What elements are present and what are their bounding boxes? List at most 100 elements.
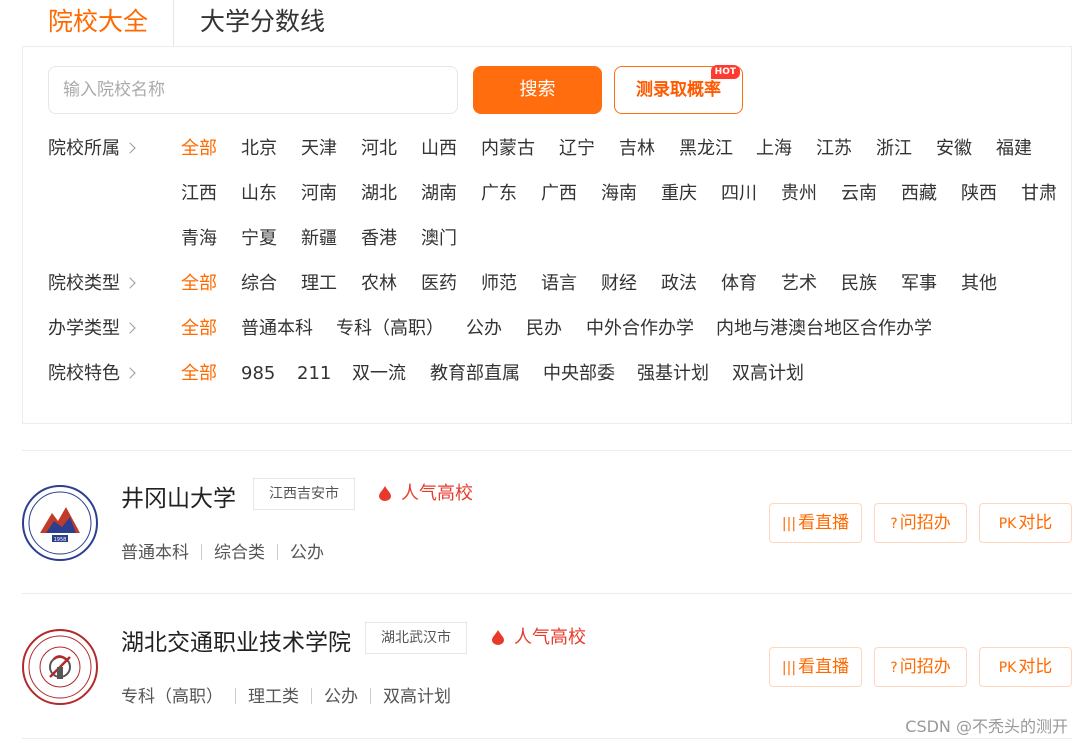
filter-option[interactable]: 广西 (541, 179, 577, 209)
filter-option[interactable]: 辽宁 (559, 134, 595, 164)
admission-probability-button[interactable]: 测录取概率 HOT (614, 65, 743, 114)
filter-option[interactable]: 医药 (421, 269, 457, 299)
chevron-right-icon (124, 277, 136, 289)
filter-option[interactable]: 中外合作办学 (586, 314, 694, 344)
filter-option[interactable]: 宁夏 (241, 224, 277, 254)
filter-option[interactable]: 湖南 (421, 179, 457, 209)
university-tags: 普通本科 综合类 公办 (121, 540, 324, 566)
ask-admissions-button[interactable]: ? 问招办 (874, 647, 967, 687)
filter-option[interactable]: 山西 (421, 134, 457, 164)
filter-option[interactable]: 广东 (481, 179, 517, 209)
filter-label-affiliation[interactable]: 院校所属 (48, 134, 136, 164)
tag-separator (235, 688, 236, 704)
admission-probability-label: 测录取概率 (636, 80, 721, 100)
compare-button[interactable]: PK 对比 (979, 647, 1072, 687)
filter-option[interactable]: 澳门 (421, 224, 457, 254)
filter-label-feature[interactable]: 院校特色 (48, 359, 136, 389)
filter-option[interactable]: 天津 (301, 134, 337, 164)
watch-live-button[interactable]: ||| 看直播 (769, 503, 862, 543)
university-name[interactable]: 湖北交通职业技术学院 (121, 623, 351, 657)
filter-option[interactable]: 江苏 (816, 134, 852, 164)
filter-label-school-type[interactable]: 办学类型 (48, 314, 136, 344)
ask-admissions-button[interactable]: ? 问招办 (874, 503, 967, 543)
filter-option[interactable]: 民族 (841, 269, 877, 299)
filter-option[interactable]: 海南 (601, 179, 637, 209)
filter-label-text: 院校特色 (48, 363, 120, 384)
tag-ownership: 公办 (290, 543, 324, 563)
filter-option[interactable]: 安徽 (936, 134, 972, 164)
filter-option[interactable]: 民办 (526, 314, 562, 344)
popular-label: 人气高校 (514, 627, 586, 648)
university-logo[interactable]: 1958 (22, 485, 98, 561)
location-badge: 江西吉安市 (253, 478, 355, 510)
filter-option[interactable]: 全部 (181, 314, 217, 344)
filter-option[interactable]: 贵州 (781, 179, 817, 209)
compare-button[interactable]: PK 对比 (979, 503, 1072, 543)
university-tags: 专科（高职） 理工类 公办 双高计划 (121, 684, 451, 710)
filter-option[interactable]: 江西 (181, 179, 217, 209)
filter-option[interactable]: 云南 (841, 179, 877, 209)
question-icon: ? (890, 660, 898, 676)
search-input[interactable] (48, 66, 458, 114)
filter-option[interactable]: 香港 (361, 224, 397, 254)
filter-option[interactable]: 内地与港澳台地区合作办学 (716, 314, 932, 344)
filter-option[interactable]: 北京 (241, 134, 277, 164)
filter-option[interactable]: 吉林 (619, 134, 655, 164)
filter-option[interactable]: 211 (297, 359, 331, 389)
tab-score-line[interactable]: 大学分数线 (200, 0, 325, 46)
filter-option[interactable]: 专科（高职） (336, 314, 444, 344)
tag-separator (370, 688, 371, 704)
search-button[interactable]: 搜索 (473, 66, 602, 114)
filter-option[interactable]: 其他 (961, 269, 997, 299)
tag-separator (311, 688, 312, 704)
filter-option[interactable]: 综合 (241, 269, 277, 299)
filter-option[interactable]: 四川 (721, 179, 757, 209)
filter-option[interactable]: 上海 (756, 134, 792, 164)
filter-option[interactable]: 军事 (901, 269, 937, 299)
filter-option[interactable]: 山东 (241, 179, 277, 209)
filter-option[interactable]: 中央部委 (543, 359, 615, 389)
filter-option[interactable]: 语言 (541, 269, 577, 299)
filter-option[interactable]: 艺术 (781, 269, 817, 299)
watch-live-button[interactable]: ||| 看直播 (769, 647, 862, 687)
filter-option[interactable]: 甘肃 (1021, 179, 1057, 209)
filter-option[interactable]: 农林 (361, 269, 397, 299)
filter-option[interactable]: 财经 (601, 269, 637, 299)
filter-option[interactable]: 河南 (301, 179, 337, 209)
watermark: CSDN @不秃头的测开 (905, 717, 1068, 736)
filter-option[interactable]: 全部 (181, 359, 217, 389)
filter-option[interactable]: 教育部直属 (430, 359, 520, 389)
filter-option[interactable]: 福建 (996, 134, 1032, 164)
filter-option[interactable]: 体育 (721, 269, 757, 299)
filter-option[interactable]: 新疆 (301, 224, 337, 254)
chevron-right-icon (124, 322, 136, 334)
university-name[interactable]: 井冈山大学 (121, 479, 236, 513)
filter-option[interactable]: 全部 (181, 269, 217, 299)
question-icon: ? (890, 516, 898, 532)
filter-option[interactable]: 河北 (361, 134, 397, 164)
filter-option[interactable]: 普通本科 (241, 314, 313, 344)
filter-option[interactable]: 浙江 (876, 134, 912, 164)
university-logo-emblem: 1958 (28, 491, 92, 555)
filter-option[interactable]: 湖北 (361, 179, 397, 209)
ask-admissions-label: 问招办 (899, 513, 951, 533)
filter-option[interactable]: 重庆 (661, 179, 697, 209)
filter-option[interactable]: 内蒙古 (481, 134, 535, 164)
filter-option[interactable]: 西藏 (901, 179, 937, 209)
filter-option[interactable]: 师范 (481, 269, 517, 299)
filter-option[interactable]: 理工 (301, 269, 337, 299)
tab-university-list[interactable]: 院校大全 (22, 0, 174, 46)
filter-option[interactable]: 政法 (661, 269, 697, 299)
filter-option[interactable]: 强基计划 (637, 359, 709, 389)
filter-option[interactable]: 双高计划 (732, 359, 804, 389)
filter-option[interactable]: 黑龙江 (679, 134, 733, 164)
filter-option[interactable]: 青海 (181, 224, 217, 254)
university-logo[interactable] (22, 629, 98, 705)
filter-option[interactable]: 公办 (466, 314, 502, 344)
filter-label-type[interactable]: 院校类型 (48, 269, 136, 299)
filter-option[interactable]: 陕西 (961, 179, 997, 209)
popular-badge: 人气高校 (492, 623, 586, 653)
filter-option[interactable]: 双一流 (352, 359, 406, 389)
filter-option[interactable]: 全部 (181, 134, 217, 164)
filter-option[interactable]: 985 (241, 359, 275, 389)
